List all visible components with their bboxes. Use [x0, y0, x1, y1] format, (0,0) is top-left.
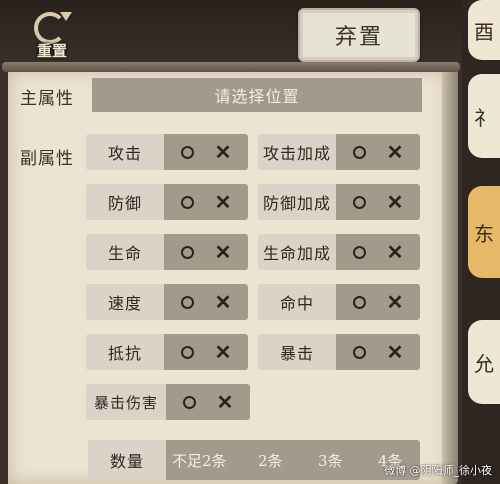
scroll-edge [442, 64, 458, 484]
attr-name: 攻击加成 [258, 134, 336, 170]
attr-row: 攻击加成 ✕ [258, 134, 420, 170]
exclude-x-icon[interactable]: ✕ [215, 342, 232, 362]
select-circle-icon[interactable] [352, 295, 366, 309]
count-label: 数量 [88, 440, 166, 480]
count-option[interactable]: 3条 [318, 450, 343, 471]
watermark: 微博 @阴阳师_徐小夜 [384, 464, 492, 477]
reset-button[interactable]: 重置 [22, 6, 82, 62]
exclude-x-icon[interactable]: ✕ [215, 242, 232, 262]
reset-arrow-icon [60, 12, 72, 21]
select-circle-icon[interactable] [180, 145, 194, 159]
scroll-rod [2, 62, 460, 72]
attr-name: 防御加成 [258, 184, 336, 220]
attr-name: 攻击 [86, 134, 164, 170]
filter-panel [8, 70, 448, 484]
exclude-x-icon[interactable]: ✕ [387, 342, 404, 362]
exclude-x-icon[interactable]: ✕ [215, 142, 232, 162]
attr-row: 攻击 ✕ [86, 134, 248, 170]
select-circle-icon[interactable] [352, 245, 366, 259]
attr-name: 速度 [86, 284, 164, 320]
select-circle-icon[interactable] [180, 295, 194, 309]
side-tab-3[interactable]: 东 [468, 186, 500, 278]
exclude-x-icon[interactable]: ✕ [387, 142, 404, 162]
main-attr-select[interactable]: 请选择位置 [92, 78, 422, 112]
select-circle-icon[interactable] [180, 195, 194, 209]
attr-name: 暴击 [258, 334, 336, 370]
attr-row: 命中 ✕ [258, 284, 420, 320]
count-row: 数量 不足2条 2条 3条 4条 [88, 440, 420, 480]
exclude-x-icon[interactable]: ✕ [215, 292, 232, 312]
exclude-x-icon[interactable]: ✕ [387, 192, 404, 212]
exclude-x-icon[interactable]: ✕ [387, 292, 404, 312]
count-option[interactable]: 不足2条 [172, 450, 227, 471]
main-attr-label: 主属性 [20, 89, 74, 109]
exclude-x-icon[interactable]: ✕ [217, 392, 234, 412]
attr-row: 生命 ✕ [86, 234, 248, 270]
select-circle-icon[interactable] [352, 345, 366, 359]
select-circle-icon[interactable] [182, 395, 196, 409]
attr-row: 速度 ✕ [86, 284, 248, 320]
select-circle-icon[interactable] [180, 345, 194, 359]
attr-row: 暴击 ✕ [258, 334, 420, 370]
attr-row: 生命加成 ✕ [258, 234, 420, 270]
side-tab-2[interactable]: 礻 [468, 74, 500, 158]
attr-name: 抵抗 [86, 334, 164, 370]
select-circle-icon[interactable] [352, 195, 366, 209]
attr-name: 生命 [86, 234, 164, 270]
attr-row: 防御 ✕ [86, 184, 248, 220]
select-circle-icon[interactable] [352, 145, 366, 159]
count-option[interactable]: 2条 [258, 450, 283, 471]
discard-button[interactable]: 弃置 [298, 8, 420, 62]
attr-name: 命中 [258, 284, 336, 320]
reset-label: 重置 [36, 42, 67, 60]
side-tab-1[interactable]: 酉 [468, 0, 500, 60]
attr-row: 防御加成 ✕ [258, 184, 420, 220]
attr-row: 抵抗 ✕ [86, 334, 248, 370]
attr-name: 生命加成 [258, 234, 336, 270]
exclude-x-icon[interactable]: ✕ [215, 192, 232, 212]
select-circle-icon[interactable] [180, 245, 194, 259]
sub-attr-label: 副属性 [20, 149, 74, 169]
exclude-x-icon[interactable]: ✕ [387, 242, 404, 262]
attr-name: 防御 [86, 184, 164, 220]
attr-name: 暴击伤害 [86, 384, 166, 420]
attr-row: 暴击伤害 ✕ [86, 384, 250, 420]
side-tab-4[interactable]: 允 [468, 320, 500, 404]
